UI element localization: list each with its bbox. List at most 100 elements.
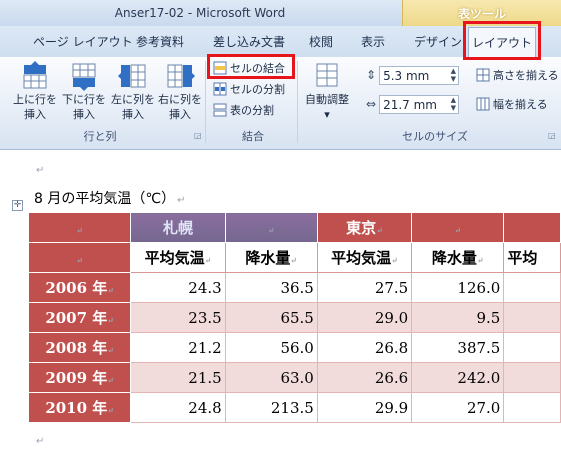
tab-design[interactable]: デザイン	[414, 33, 462, 50]
ribbon-separator	[297, 61, 298, 143]
distribute-rows-button[interactable]: 高さを揃える	[476, 66, 559, 84]
table-cell[interactable]: 21.2	[130, 332, 226, 363]
ribbon-separator	[205, 61, 206, 143]
ribbon-tab-row: ページ レイアウト 参考資料 差し込み文書 校閲 表示 デザイン レイアウト	[0, 26, 561, 57]
table-move-handle-icon[interactable]: ✛	[12, 200, 23, 211]
table-cell[interactable]: 387.5	[411, 332, 505, 363]
table-cell[interactable]: 21.5	[130, 362, 226, 393]
autofit-button[interactable]: 自動調整 ▾	[302, 61, 352, 123]
table-caption[interactable]: 8 月の平均気温（℃） ↵	[34, 188, 185, 208]
column-width-input[interactable]: 21.7 mm ▲ ▼	[379, 94, 460, 114]
row-header[interactable]: 2009 年↵	[27, 362, 132, 393]
table-cell[interactable]: 63.0	[224, 362, 318, 393]
row-height-input[interactable]: 5.3 mm ▲ ▼	[379, 65, 460, 85]
tab-references[interactable]: 参考資料	[136, 33, 184, 50]
table-cell[interactable]: ↵	[27, 212, 132, 243]
insert-column-left-icon	[118, 64, 146, 88]
table-cell[interactable]: 126.0	[411, 272, 505, 303]
table-cell[interactable]: 26.6	[316, 362, 413, 393]
insert-column-right-icon	[167, 64, 195, 88]
row-header[interactable]: 2007 年↵	[27, 302, 132, 333]
insert-row-above-button[interactable]: 上に行を 挿入	[12, 61, 58, 123]
ribbon: 上に行を 挿入 下に行を 挿入 左に列を 挿入 右に列を 挿入 行と列 ◲ セル…	[0, 57, 561, 150]
insert-row-below-icon	[72, 63, 96, 91]
table-cell[interactable]: 26.8	[316, 332, 413, 363]
table-cell[interactable]: ↵	[27, 242, 132, 273]
row-height-stepper[interactable]: ⇕ 5.3 mm ▲ ▼	[366, 65, 460, 85]
table-cell[interactable]: 242.0	[411, 362, 505, 393]
table-cell[interactable]	[503, 212, 561, 243]
merge-cells-icon	[213, 61, 227, 75]
cell-size-dialog-launcher-icon[interactable]: ◲	[548, 131, 556, 140]
insert-row-above-label-2: 挿入	[24, 108, 46, 121]
autofit-icon	[316, 63, 338, 87]
row-height-icon: ⇕	[366, 68, 377, 82]
table-cell[interactable]: 56.0	[224, 332, 318, 363]
column-header[interactable]: 降水量↵	[224, 242, 318, 273]
stepper-arrows-icon[interactable]: ▲ ▼	[451, 96, 456, 112]
row-header[interactable]: 2010 年↵	[27, 392, 132, 423]
insert-column-right-button[interactable]: 右に列を 挿入	[157, 61, 203, 123]
table-cell[interactable]: 213.5	[224, 392, 318, 423]
table-cell[interactable]	[503, 392, 561, 423]
distribute-columns-button[interactable]: 幅を揃える	[476, 95, 548, 113]
insert-row-above-label-1: 上に行を	[13, 93, 57, 106]
column-header[interactable]: 平均	[503, 242, 561, 273]
row-header[interactable]: 2008 年↵	[27, 332, 132, 363]
table-cell[interactable]: 36.5	[224, 272, 318, 303]
table-cell[interactable]: 27.5	[316, 272, 413, 303]
split-table-button[interactable]: 表の分割	[213, 101, 274, 119]
table-cell[interactable]: 24.3	[130, 272, 226, 303]
table-cell[interactable]: ↵	[411, 212, 505, 243]
table-cell[interactable]	[503, 332, 561, 363]
tab-mailings[interactable]: 差し込み文書	[213, 33, 285, 50]
distribute-rows-label: 高さを揃える	[493, 69, 559, 82]
insert-row-below-label-2: 挿入	[73, 108, 95, 121]
city-header-tokyo[interactable]: 東京↵	[316, 212, 413, 243]
table-cell[interactable]: 23.5	[130, 302, 226, 333]
row-header[interactable]: 2006 年↵	[27, 272, 132, 303]
table-cell[interactable]	[503, 302, 561, 333]
table-cell-selected[interactable]: ↵	[224, 212, 318, 243]
rows-columns-dialog-launcher-icon[interactable]: ◲	[194, 131, 202, 140]
tab-layout[interactable]: レイアウト	[468, 27, 536, 57]
city-header-sapporo[interactable]: 札幌	[130, 212, 226, 243]
tab-review[interactable]: 校閲	[309, 33, 333, 50]
insert-row-below-button[interactable]: 下に行を 挿入	[61, 61, 107, 123]
split-cells-icon	[213, 82, 227, 96]
column-header[interactable]: 降水量↵	[411, 242, 505, 273]
insert-column-right-label-2: 挿入	[169, 108, 191, 121]
split-table-icon	[213, 103, 227, 117]
table-row: 2010 年↵ 24.8 213.5 29.9 27.0	[27, 392, 561, 423]
tab-page-layout[interactable]: ページ レイアウト	[33, 33, 133, 50]
split-table-label: 表の分割	[230, 104, 274, 117]
split-cells-label: セルの分割	[230, 83, 285, 96]
temperature-table: ↵ 札幌 ↵ 東京↵ ↵ ↵ 平均気温↵ 降水量↵ 平均気温↵ 降水量↵ 平均 …	[27, 212, 561, 423]
table-cell[interactable]	[503, 272, 561, 303]
table-cell[interactable]: 27.0	[411, 392, 505, 423]
insert-row-above-icon	[23, 61, 47, 89]
paragraph-mark: ↵	[36, 165, 45, 176]
tab-view[interactable]: 表示	[361, 33, 385, 50]
column-header[interactable]: 平均気温↵	[130, 242, 226, 273]
insert-column-left-button[interactable]: 左に列を 挿入	[110, 61, 156, 123]
column-width-stepper[interactable]: ⇔ 21.7 mm ▲ ▼	[366, 94, 460, 114]
table-cell[interactable]: 29.9	[316, 392, 413, 423]
stepper-arrows-icon[interactable]: ▲ ▼	[451, 67, 456, 83]
insert-column-right-label-1: 右に列を	[158, 93, 202, 106]
merge-cells-button[interactable]: セルの結合	[213, 59, 285, 77]
table-cell[interactable]	[503, 362, 561, 393]
window-title: Anser17-02 - Microsoft Word	[114, 6, 286, 20]
table-cell[interactable]: 9.5	[411, 302, 505, 333]
distribute-rows-icon	[476, 68, 490, 82]
autofit-label: 自動調整	[305, 93, 349, 106]
table-row: 2007 年↵ 23.5 65.5 29.0 9.5	[27, 302, 561, 333]
split-cells-button[interactable]: セルの分割	[213, 80, 285, 98]
table-cell[interactable]: 29.0	[316, 302, 413, 333]
autofit-dropdown-icon: ▾	[324, 108, 330, 121]
column-header[interactable]: 平均気温↵	[316, 242, 413, 273]
distribute-columns-label: 幅を揃える	[493, 98, 548, 111]
table-cell[interactable]: 24.8	[130, 392, 226, 423]
table-cell[interactable]: 65.5	[224, 302, 318, 333]
paragraph-mark: ↵	[177, 195, 186, 206]
